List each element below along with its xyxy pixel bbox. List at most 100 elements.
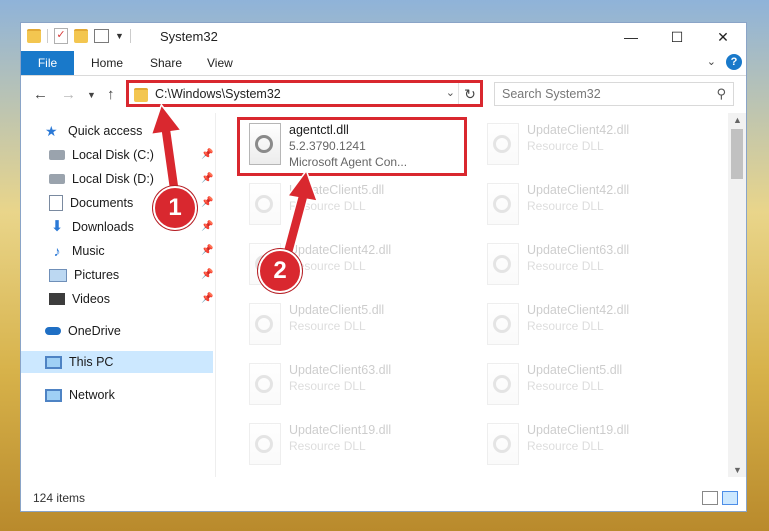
address-toolbar: ← → ▼ ↑ C:\Windows\System32 ⌄ ↻ Search S… <box>21 76 746 110</box>
new-folder-icon[interactable] <box>74 29 88 43</box>
dll-file-icon <box>487 363 519 405</box>
gear-icon <box>493 435 511 453</box>
download-icon: ⬇ <box>50 218 64 235</box>
customize-toolbar-icon[interactable] <box>94 29 109 43</box>
sidebar-item-documents[interactable]: Documents <box>49 192 133 214</box>
scroll-down-icon[interactable]: ▼ <box>733 465 742 475</box>
pin-icon[interactable]: 📌 <box>201 173 213 184</box>
sidebar-item-label: This PC <box>69 355 114 369</box>
sidebar-item-music[interactable]: ♪ Music <box>49 240 105 262</box>
drive-icon <box>49 174 65 184</box>
dll-file-icon <box>487 243 519 285</box>
pin-icon[interactable]: 📌 <box>201 221 213 232</box>
file-type: Resource DLL <box>289 439 366 453</box>
search-placeholder: Search System32 <box>502 87 601 101</box>
sidebar-item-label: Documents <box>70 196 134 210</box>
step-badge-1: 1 <box>153 186 197 230</box>
file-tile[interactable]: UpdateClient42.dll Resource DLL <box>477 297 702 353</box>
ribbon-tabs: File Home Share View ⌄ ? <box>21 51 746 76</box>
gear-icon <box>493 135 511 153</box>
scrollbar-thumb[interactable] <box>731 129 743 179</box>
file-tile[interactable]: UpdateClient19.dll Resource DLL <box>477 417 702 473</box>
dll-file-icon <box>249 363 281 405</box>
sidebar-item-pictures[interactable]: Pictures <box>49 264 119 286</box>
file-name: UpdateClient42.dll <box>527 123 630 137</box>
gear-icon <box>493 195 511 213</box>
file-tile[interactable]: UpdateClient63.dll Resource DLL <box>239 357 464 413</box>
title-bar: ✓ ▼ System32 — ☐ ✕ <box>21 23 746 51</box>
documents-icon <box>49 195 63 211</box>
drive-icon <box>49 150 65 160</box>
dll-file-icon <box>249 303 281 345</box>
dll-file-icon <box>487 123 519 165</box>
file-tile[interactable]: UpdateClient42.dll Resource DLL <box>477 177 702 233</box>
search-input[interactable]: Search System32 ⚲ <box>494 82 734 106</box>
tab-share[interactable]: Share <box>150 56 182 70</box>
sidebar-item-label: Videos <box>72 292 110 306</box>
sidebar-item-videos[interactable]: Videos <box>49 288 110 310</box>
sidebar-item-onedrive[interactable]: OneDrive <box>45 320 121 342</box>
pin-icon[interactable]: 📌 <box>201 269 213 280</box>
file-name: UpdateClient42.dll <box>527 303 630 317</box>
maximize-icon[interactable]: ☐ <box>654 23 700 51</box>
search-icon[interactable]: ⚲ <box>716 86 726 102</box>
gear-icon <box>493 375 511 393</box>
large-icons-view-icon[interactable] <box>722 491 738 505</box>
sidebar-item-network[interactable]: Network <box>45 384 115 406</box>
sidebar-item-label: Quick access <box>68 124 143 138</box>
sidebar-item-label: Local Disk (C:) <box>72 148 154 162</box>
pane-divider[interactable] <box>215 113 216 477</box>
pin-icon[interactable]: 📌 <box>201 149 213 160</box>
tab-home[interactable]: Home <box>91 56 123 70</box>
folder-icon[interactable] <box>27 29 41 43</box>
file-tile[interactable]: UpdateClient5.dll Resource DLL <box>239 297 464 353</box>
file-tile[interactable]: UpdateClient5.dll Resource DLL <box>477 357 702 413</box>
file-tile[interactable]: UpdateClient19.dll Resource DLL <box>239 417 464 473</box>
sidebar-item-label: Pictures <box>74 268 120 282</box>
sidebar-item-local-disk-c[interactable]: Local Disk (C:) <box>49 144 154 166</box>
vertical-scrollbar[interactable]: ▲ ▼ <box>728 113 746 477</box>
file-type: Resource DLL <box>527 139 604 153</box>
pin-icon[interactable]: 📌 <box>201 245 213 256</box>
forward-arrow-icon[interactable]: → <box>61 86 76 103</box>
recent-locations-chevron-icon[interactable]: ▼ <box>87 90 96 100</box>
quick-access-toolbar: ✓ ▼ <box>27 28 131 44</box>
file-tile[interactable]: UpdateClient42.dll Resource DLL <box>477 117 702 173</box>
file-type: Resource DLL <box>527 439 604 453</box>
sidebar-item-label: OneDrive <box>68 324 121 338</box>
close-icon[interactable]: ✕ <box>700 23 746 51</box>
expand-ribbon-icon[interactable]: ⌄ <box>707 55 716 68</box>
sidebar-item-quick-access[interactable]: ★ Quick access <box>45 120 142 142</box>
item-count: 124 items <box>33 491 86 505</box>
dll-file-icon <box>487 423 519 465</box>
file-type: Resource DLL <box>527 319 604 333</box>
sidebar-item-label: Network <box>69 388 115 402</box>
sidebar-item-label: Local Disk (D:) <box>72 172 154 186</box>
gear-icon <box>255 375 273 393</box>
minimize-icon[interactable]: — <box>608 23 654 51</box>
computer-icon <box>45 355 62 369</box>
pin-icon[interactable]: 📌 <box>201 197 213 208</box>
file-name: UpdateClient5.dll <box>527 363 623 377</box>
music-icon: ♪ <box>53 243 61 259</box>
tab-file[interactable]: File <box>21 51 74 75</box>
help-icon[interactable]: ? <box>726 54 742 70</box>
sidebar-item-local-disk-d[interactable]: Local Disk (D:) <box>49 168 154 190</box>
up-arrow-icon[interactable]: ↑ <box>107 86 115 103</box>
sidebar-item-downloads[interactable]: ⬇ Downloads <box>49 216 134 238</box>
tab-view[interactable]: View <box>207 56 233 70</box>
scroll-up-icon[interactable]: ▲ <box>733 115 742 125</box>
properties-check-icon[interactable]: ✓ <box>54 28 68 44</box>
file-tile[interactable]: UpdateClient63.dll Resource DLL <box>477 237 702 293</box>
back-arrow-icon[interactable]: ← <box>33 86 48 103</box>
star-icon: ★ <box>45 123 58 139</box>
file-name: UpdateClient5.dll <box>289 303 385 317</box>
toolbar-divider <box>129 29 131 43</box>
dll-file-icon <box>487 303 519 345</box>
details-view-icon[interactable] <box>702 491 718 505</box>
chevron-down-icon[interactable]: ▼ <box>115 31 124 41</box>
sidebar-item-this-pc[interactable]: This PC <box>21 351 213 373</box>
gear-icon <box>493 255 511 273</box>
window-controls: — ☐ ✕ <box>608 23 746 51</box>
pin-icon[interactable]: 📌 <box>201 293 213 304</box>
